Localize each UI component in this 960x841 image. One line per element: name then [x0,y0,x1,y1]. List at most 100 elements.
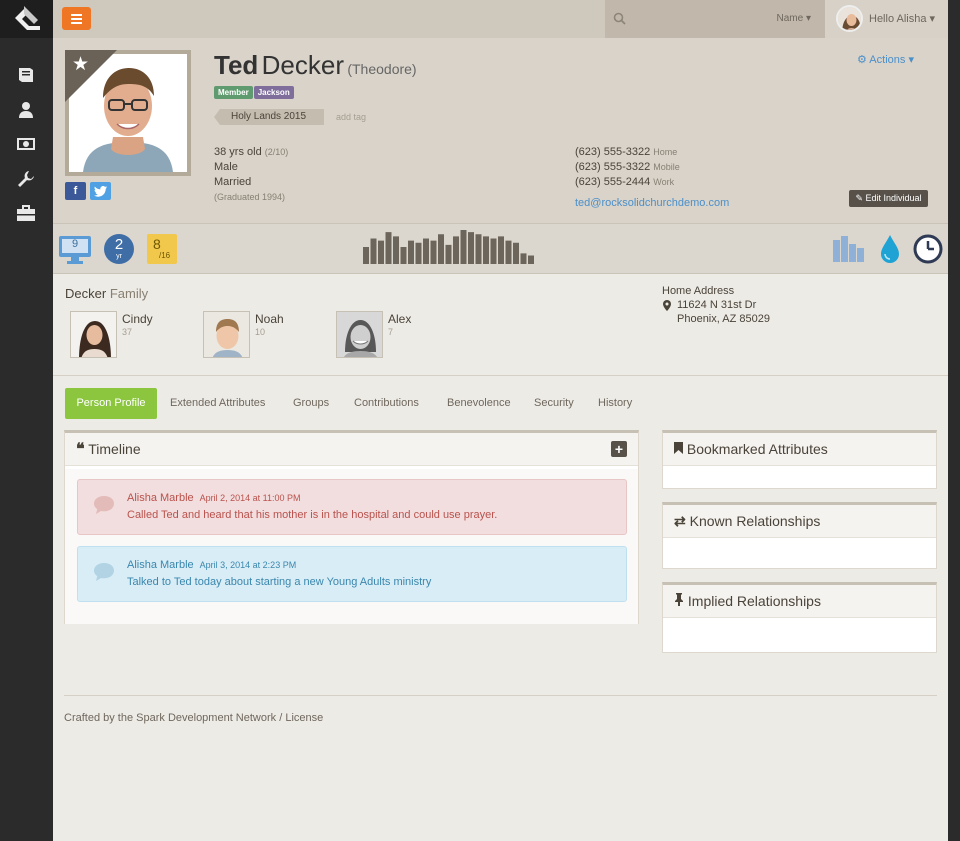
phone-work[interactable]: (623) 555-2444 Work [575,175,680,190]
email-link[interactable]: ted@rocksolidchurchdemo.com [575,197,729,209]
rock-logo-icon [15,6,40,30]
twitter-icon[interactable] [90,182,111,200]
person-photo-frame: ★ [65,50,191,176]
last-name: Decker [261,50,344,80]
attendance-bar [438,234,444,264]
known-relationships-panel: ⇄ Known Relationships [662,502,937,569]
comment-icon [94,496,114,514]
attendance-bar [378,240,384,264]
tab-history[interactable]: History [598,388,632,419]
facebook-icon[interactable]: f [65,182,86,200]
baptism-badge[interactable] [879,234,901,264]
attendance-bar [393,236,399,264]
bar-chart-icon [833,236,864,262]
bookmark-icon [674,442,683,454]
note-meta: Alisha Marble April 2, 2014 at 11:00 PM [127,492,301,504]
search-input[interactable]: Name ▾ [605,0,825,38]
attendance-bar [370,238,377,264]
attendance-history-chart[interactable] [363,229,553,265]
note-text: Talked to Ted today about starting a new… [127,576,432,588]
attendance-bar [528,255,534,264]
birth-date: (2/10) [264,147,289,157]
age: 38 yrs old [214,146,262,158]
actions-dropdown[interactable]: ⚙ Actions ▾ [857,53,914,66]
tab-groups[interactable]: Groups [293,388,329,419]
giving-badge[interactable] [832,236,867,262]
person-icon[interactable] [16,100,36,120]
attendance-count: 9 [71,238,79,250]
member-name[interactable]: Cindy [122,312,153,326]
user-menu[interactable]: Hello Alisha ▾ [825,0,960,38]
person-name: Ted Decker (Theodore) [214,50,417,81]
implied-relationships-panel: Implied Relationships [662,582,937,653]
attendance-bar [408,240,414,264]
hamburger-icon [71,14,82,16]
attendance-badge[interactable]: 9 [58,235,92,265]
note-author[interactable]: Alisha Marble [127,559,194,571]
tab-benevolence[interactable]: Benevolence [447,388,511,419]
timeline-panel: ❝ Timeline + Alisha Marble April 2, 2014 … [64,430,639,624]
book-icon[interactable] [16,65,36,85]
avatar [836,5,863,32]
note-date: April 2, 2014 at 11:00 PM [199,493,301,503]
note-author[interactable]: Alisha Marble [127,492,194,504]
city-state-zip[interactable]: Phoenix, AZ 85029 [677,312,770,326]
years-value: 2 [114,236,124,253]
attendance-bar [445,244,452,264]
attendance-bar [363,247,369,264]
money-icon[interactable] [16,134,36,154]
tab-person-profile[interactable]: Person Profile [65,388,157,419]
pushpin-icon [675,593,683,606]
attendance-bar [505,240,512,264]
serving-value: 8 [153,236,161,252]
add-note-button[interactable]: + [611,441,627,457]
member-photo [70,311,117,358]
wrench-icon[interactable] [16,169,36,189]
briefcase-icon[interactable] [16,203,36,223]
left-navigation [0,0,53,841]
recent-activity-badge[interactable] [913,234,943,264]
family-title: Decker Family [65,286,149,301]
person-badges: Member Jackson [214,84,295,99]
campus-badge: Jackson [253,86,294,99]
timeline-note[interactable]: Alisha Marble April 2, 2014 at 11:00 PM C… [77,479,627,535]
star-icon[interactable]: ★ [72,55,89,74]
member-age: 37 [122,327,133,337]
phone-home[interactable]: (623) 555-3322 Home [575,145,680,160]
search-filter-dropdown[interactable]: Name ▾ [777,13,811,24]
street[interactable]: 11624 N 31st Dr [677,298,770,312]
attendance-bar [468,232,474,264]
edit-individual-button[interactable]: ✎ Edit Individual [849,190,928,207]
clock-icon [913,234,943,264]
tab-security[interactable]: Security [534,388,574,419]
member-age: 10 [255,327,266,337]
attendance-bar [498,236,504,264]
person-tag[interactable]: Holy Lands 2015 [214,109,324,125]
attendance-bar [475,234,482,264]
member-badge: Member [214,86,253,99]
menu-toggle-button[interactable] [62,7,91,30]
right-edge [948,0,960,841]
note-text: Called Ted and heard that his mother is … [127,509,498,521]
serving-of: /16 [159,251,171,260]
add-tag-link[interactable]: add tag [336,112,366,122]
footer-text[interactable]: Crafted by the Spark Development Network… [64,712,323,724]
member-name[interactable]: Alex [388,312,411,326]
search-icon [613,12,626,25]
attendance-bar [460,230,467,264]
home-address: Home Address 11624 N 31st Dr Phoenix, AZ… [662,284,770,326]
member-name[interactable]: Noah [255,312,284,326]
tab-contributions[interactable]: Contributions [354,388,419,419]
note-meta: Alisha Marble April 3, 2014 at 2:23 PM [127,559,296,571]
attendance-bar [483,236,489,264]
person-header: ★ f Ted Decker (Theodore) Member Jackson … [53,38,948,223]
serving-badge[interactable]: 8 /16 [147,234,177,264]
top-bar: Name ▾ Hello Alisha ▾ [53,0,960,38]
tab-extended-attributes[interactable]: Extended Attributes [170,388,265,419]
years-unit: yr [116,253,122,260]
timeline-note[interactable]: Alisha Marble April 3, 2014 at 2:23 PM Ta… [77,546,627,602]
rock-logo[interactable] [0,0,53,38]
years-badge[interactable]: 2 yr [104,234,134,264]
phone-mobile[interactable]: (623) 555-3322 Mobile [575,160,680,175]
member-photo [203,311,250,358]
